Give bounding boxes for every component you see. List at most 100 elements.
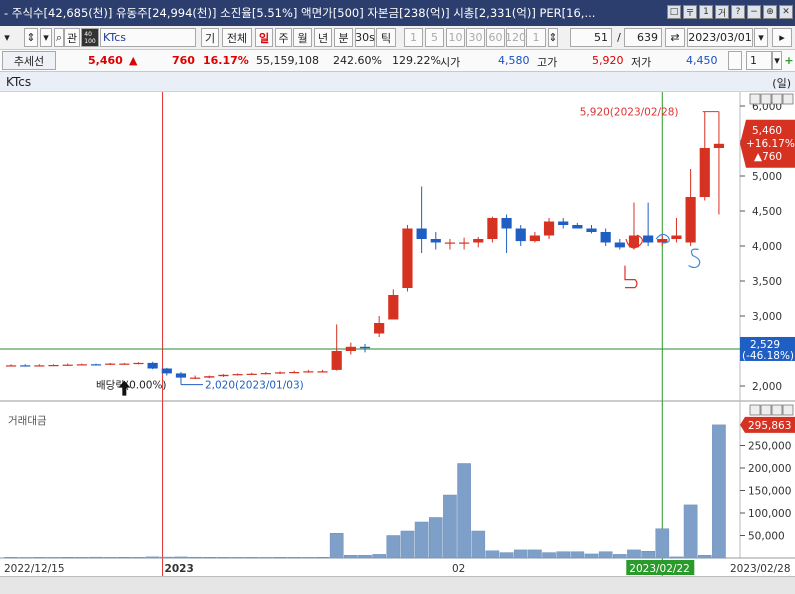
volume-bar bbox=[386, 535, 401, 559]
candle-body bbox=[444, 242, 456, 244]
candle-body bbox=[5, 365, 17, 367]
dropdown-icon[interactable]: ▾ bbox=[2, 28, 12, 47]
volume-panel-control-icon bbox=[760, 404, 772, 416]
volume-bar bbox=[230, 557, 245, 559]
period-unit: (일) bbox=[772, 77, 791, 90]
interval-button-4[interactable]: 60 bbox=[486, 28, 505, 47]
chart-background bbox=[0, 92, 795, 576]
volume-bar bbox=[103, 557, 118, 559]
search-icon[interactable]: ⌕ bbox=[54, 28, 64, 47]
candle-body bbox=[133, 362, 144, 365]
add-icon[interactable]: + bbox=[784, 51, 794, 70]
interval-button-2[interactable]: 10 bbox=[446, 28, 465, 47]
quote-spin-input[interactable]: 1 bbox=[746, 51, 772, 70]
chart-scrollbar[interactable] bbox=[0, 576, 795, 594]
candle-body bbox=[614, 242, 625, 248]
candle-body bbox=[190, 377, 201, 379]
volume-bar bbox=[174, 556, 188, 559]
interval-button-1[interactable]: 5 bbox=[425, 28, 444, 47]
chart-title-bar: KTcs (일) bbox=[0, 72, 795, 92]
next-icon[interactable]: ▸ bbox=[772, 28, 792, 47]
chevron-down-icon[interactable]: ▾ bbox=[40, 28, 52, 47]
price-panel-control-icon bbox=[782, 93, 794, 105]
price-panel-control-icon bbox=[771, 93, 783, 105]
candle-body bbox=[246, 373, 257, 375]
price-panel-control-icon bbox=[749, 93, 761, 105]
trendline-button[interactable]: 추세선 bbox=[2, 51, 56, 70]
volume-bar bbox=[358, 555, 372, 559]
window-button-1[interactable]: 〒 bbox=[683, 5, 697, 19]
window-button-5[interactable]: − bbox=[747, 5, 761, 19]
window-button-7[interactable]: ✕ bbox=[779, 5, 793, 19]
x-tick-label: 2022/12/15 bbox=[4, 563, 65, 575]
period-button-3[interactable]: 년 bbox=[314, 28, 332, 47]
candle-body bbox=[105, 363, 116, 365]
code-count-badge: 40 100 bbox=[81, 28, 99, 47]
window-button-6[interactable]: ⊕ bbox=[763, 5, 777, 19]
candle-body bbox=[161, 368, 172, 374]
interval-button-3[interactable]: 30 bbox=[466, 28, 485, 47]
window-button-0[interactable]: □ bbox=[667, 5, 681, 19]
volume-bar bbox=[570, 551, 585, 559]
period-button-0[interactable]: 일 bbox=[255, 28, 273, 47]
period-button-6[interactable]: 틱 bbox=[376, 28, 396, 47]
gi-button[interactable]: 기 bbox=[201, 28, 219, 47]
price-tick-label: 4,000 bbox=[752, 241, 782, 253]
volume-panel-control-icon bbox=[782, 404, 794, 416]
spin-icon[interactable]: ⇕ bbox=[24, 28, 38, 47]
low-label: 저가 bbox=[631, 56, 652, 69]
volume-bar bbox=[612, 554, 627, 559]
volume-bar bbox=[329, 533, 344, 559]
quote-change-pct: 16.17% bbox=[203, 54, 249, 67]
candle-body bbox=[76, 364, 87, 366]
period-button-5[interactable]: 30s bbox=[355, 28, 375, 47]
cursor-date-label: 2023/02/22 bbox=[629, 563, 690, 575]
period-button-1[interactable]: 주 bbox=[275, 28, 292, 47]
all-button[interactable]: 전체 bbox=[222, 28, 252, 47]
interval-button-0[interactable]: 1 bbox=[404, 28, 423, 47]
date-dropdown-icon[interactable]: ▾ bbox=[754, 28, 768, 47]
refresh-icon[interactable]: ⇄ bbox=[665, 28, 685, 47]
volume-panel-control-icon bbox=[749, 404, 761, 416]
candle-body bbox=[359, 346, 371, 349]
count-current-input[interactable]: 51 bbox=[570, 28, 612, 47]
chart-toolbar: ▾ ⇕ ▾ ⌕ 관 40 100 KTcs 기 전체 일 주 월 년 분 30s 틱 151… bbox=[0, 26, 795, 50]
window-button-2[interactable]: 1 bbox=[699, 5, 713, 19]
volume-tick-label: 150,000 bbox=[748, 486, 791, 498]
x-tick-label: 02 bbox=[452, 563, 465, 575]
quote-dropdown-icon[interactable]: ▾ bbox=[772, 51, 782, 70]
candle-body bbox=[119, 363, 130, 365]
candle-body bbox=[529, 235, 540, 242]
period-button-2[interactable]: 월 bbox=[293, 28, 312, 47]
code-type-button[interactable]: 관 bbox=[64, 28, 80, 47]
up-arrow-icon: ▲ bbox=[129, 54, 138, 67]
stepper-icon[interactable]: ⇕ bbox=[548, 28, 558, 47]
volume-bar bbox=[542, 552, 556, 559]
stock-chart[interactable]: 6,0005,5005,0004,5004,0003,5003,0002,500… bbox=[0, 92, 795, 576]
count-total-field: 639 bbox=[624, 28, 662, 47]
candle-body bbox=[558, 221, 569, 225]
dividend-annotation: 배당락(0.00%) bbox=[96, 380, 167, 392]
window-button-4[interactable]: ? bbox=[731, 5, 745, 19]
price-panel-control-icon bbox=[760, 93, 772, 105]
quote-row: 추세선 5,460 ▲ 760 16.17% 55,159,108 242.60… bbox=[0, 50, 795, 72]
candle-body bbox=[218, 374, 229, 377]
checkbox[interactable] bbox=[728, 51, 742, 70]
date-input[interactable]: 2023/03/01 bbox=[687, 28, 753, 47]
candle-body bbox=[289, 372, 300, 374]
interval-button-5[interactable]: 120 bbox=[505, 28, 526, 47]
candle-body bbox=[20, 365, 31, 367]
stock-search-input[interactable]: KTcs bbox=[100, 28, 196, 47]
volume-tick-label: 100,000 bbox=[748, 508, 791, 520]
candle-body bbox=[473, 239, 484, 243]
candle-body bbox=[572, 225, 583, 229]
current-change-label: +16.17% bbox=[746, 138, 795, 150]
volume-bar bbox=[159, 556, 174, 559]
x-tick-label: 2023/02/28 bbox=[730, 563, 791, 575]
volume-bar bbox=[641, 551, 655, 559]
price-tick-label: 5,000 bbox=[752, 171, 782, 183]
volume-bar bbox=[513, 549, 528, 559]
period-button-4[interactable]: 분 bbox=[334, 28, 353, 47]
period-spin-input[interactable]: 1 bbox=[526, 28, 546, 47]
window-button-3[interactable]: 거 bbox=[715, 5, 729, 19]
